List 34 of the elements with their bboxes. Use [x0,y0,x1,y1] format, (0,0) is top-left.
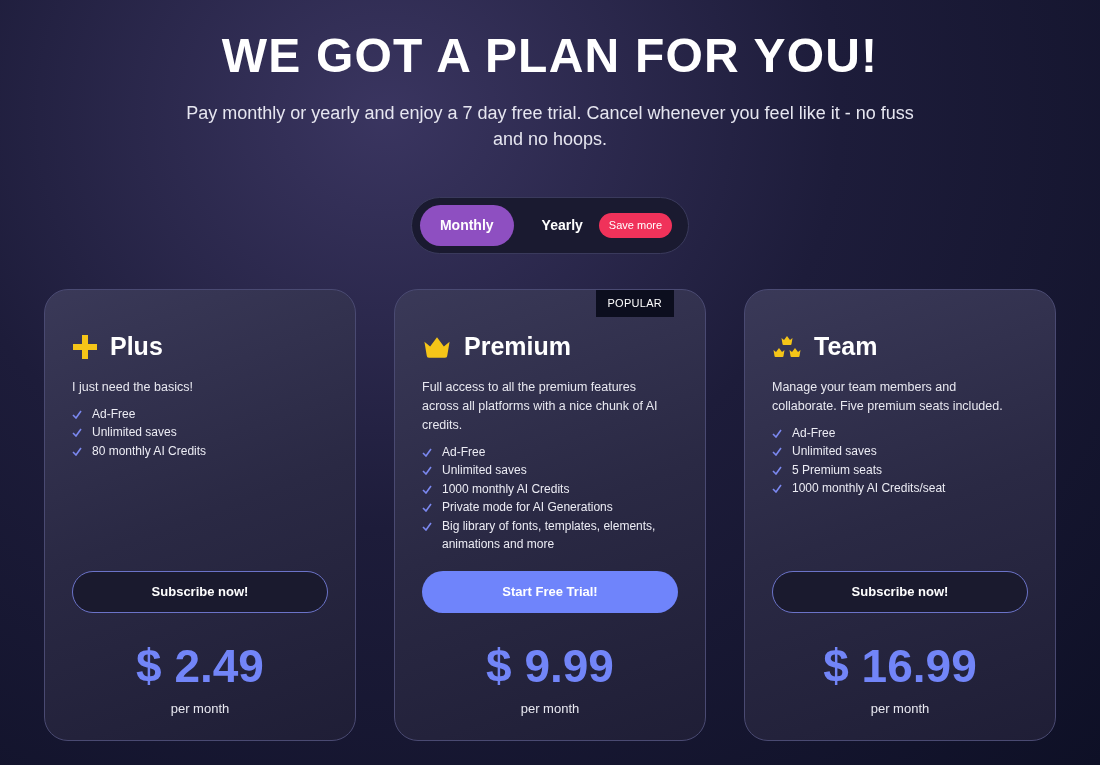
plan-name: Team [814,331,878,362]
plan-name: Premium [464,331,571,362]
feature-text: Private mode for AI Generations [442,499,613,516]
plan-price: $ 16.99 [822,642,978,689]
feature-text: Ad-Free [792,424,836,442]
page-heading: WE GOT A PLAN FOR YOU! [221,32,879,80]
subscribe-button[interactable]: Subscribe now! [72,570,328,613]
page-subtitle: Pay monthly or yearly and enjoy a 7 day free trial. Cancel whenever you feel like it - no fuss and no hoops. [185,102,915,151]
billing-tab[interactable]: Yearly [533,205,591,246]
feature-text: 1000 monthly AI Credits [442,480,570,498]
plan-description: Full access to all the premium features across all platforms with a nice chunk of AI credits. [422,378,659,434]
feature-text: 1000 monthly AI Credits/seat [792,480,946,497]
plus-icon [72,333,98,360]
plan-description: Manage your team members and collaborate. Five premium seats included. [772,378,1004,415]
feature-text: 80 monthly AI Credits [92,442,207,460]
plan-price: $ 2.49 [135,642,265,689]
feature-text: 5 Premium seats [792,461,883,479]
feature-text: Unlimited saves [442,462,527,479]
feature-text: Unlimited saves [792,443,877,460]
plan-description: I just need the basics! [72,378,194,396]
plan-name: Plus [110,331,163,362]
feature-text: Big library of fonts, templates, elements, animations and more [442,517,657,553]
price-period: per month [869,699,931,718]
save-badge: Save more [598,213,673,238]
feature-text: Ad-Free [92,405,136,423]
popular-badge: POPULAR [595,290,674,317]
price-period: per month [169,699,231,718]
feature-text: Unlimited saves [92,424,177,441]
plan-price: $ 9.99 [485,642,615,689]
subscribe-button[interactable]: Subscribe now! [772,570,1028,613]
crowns-icon [772,334,802,359]
feature-text: Ad-Free [442,443,486,461]
billing-tab[interactable]: Monthly [419,205,514,246]
price-period: per month [519,699,581,718]
